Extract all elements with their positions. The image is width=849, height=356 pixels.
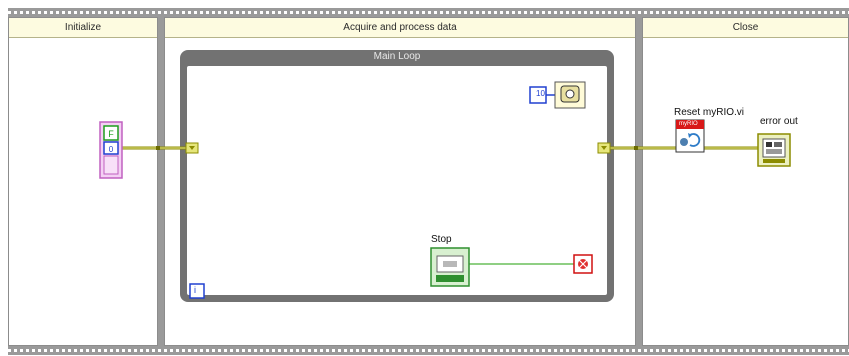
error-cluster-constant: F 0 — [99, 121, 123, 179]
wait-constant-value: 10 — [536, 89, 545, 98]
stop-button-terminal — [430, 247, 470, 287]
iteration-terminal-label: i — [194, 285, 196, 295]
stop-label: Stop — [431, 234, 452, 245]
wire-layer: F 0 — [99, 81, 791, 299]
svg-text:0: 0 — [109, 145, 114, 154]
error-out-label: error out — [760, 116, 798, 127]
svg-text:F: F — [108, 129, 114, 139]
wire-junction — [634, 146, 638, 150]
reset-subvi-banner: myRIO — [679, 121, 698, 127]
wire-junction — [156, 146, 160, 150]
reset-subvi-label: Reset myRIO.vi — [674, 107, 745, 118]
iteration-terminal-box — [189, 283, 205, 299]
loop-condition-terminal — [573, 254, 593, 274]
error-out-indicator — [757, 133, 791, 167]
